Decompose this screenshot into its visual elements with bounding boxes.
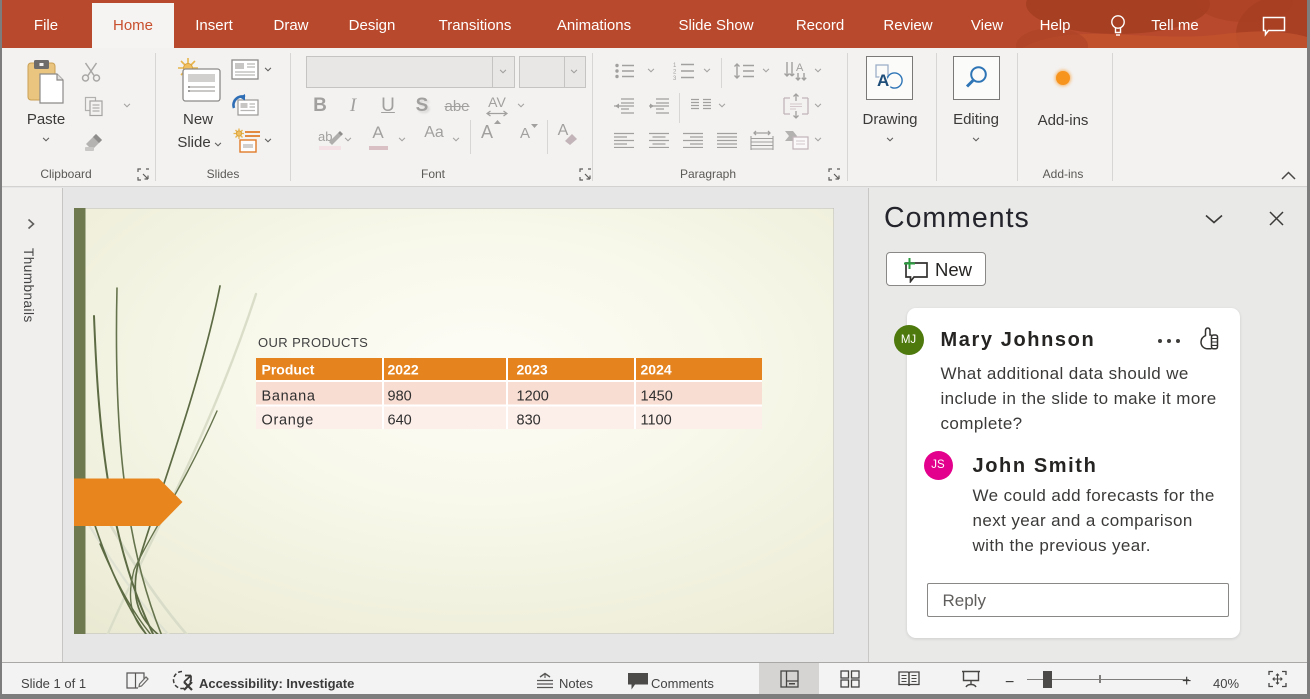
svg-text:Orange: Orange xyxy=(262,413,315,429)
svg-text:980: 980 xyxy=(388,389,412,405)
svg-text:Banana: Banana xyxy=(262,389,316,405)
svg-text:3: 3 xyxy=(673,76,677,80)
svg-text:A: A xyxy=(877,71,889,90)
svg-text:2023: 2023 xyxy=(517,362,548,378)
svg-text:OUR PRODUCTS: OUR PRODUCTS xyxy=(258,335,368,350)
svg-text:Product: Product xyxy=(262,362,315,378)
svg-text:2024: 2024 xyxy=(641,362,672,378)
svg-text:830: 830 xyxy=(517,413,541,429)
svg-text:A: A xyxy=(796,62,804,74)
svg-text:1: 1 xyxy=(673,63,677,69)
svg-text:1450: 1450 xyxy=(641,389,673,405)
svg-text:640: 640 xyxy=(388,413,412,429)
svg-text:1200: 1200 xyxy=(517,389,549,405)
svg-text:2022: 2022 xyxy=(388,362,419,378)
svg-text:1100: 1100 xyxy=(641,413,672,429)
svg-text:2: 2 xyxy=(673,70,677,76)
